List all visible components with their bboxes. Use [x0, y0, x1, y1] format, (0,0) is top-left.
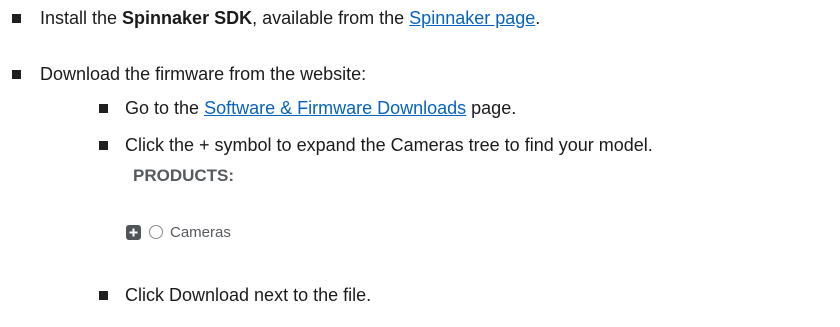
spinnaker-page-link[interactable]: Spinnaker page — [409, 8, 535, 28]
item-text: Click Download next to the file. — [125, 285, 372, 305]
bullet-marker — [12, 14, 21, 23]
item-text: Install the — [40, 8, 123, 28]
list-item-download-firmware: Download the firmware from the website: — [40, 63, 366, 85]
item-text: page. — [466, 98, 517, 118]
list-item-install-sdk: Install the Spinnaker SDK, available fro… — [40, 7, 540, 29]
bullet-marker — [99, 104, 108, 113]
bullet-marker — [99, 141, 108, 150]
cameras-tree-row: Cameras — [126, 223, 231, 241]
products-heading: PRODUCTS: — [133, 166, 235, 185]
plus-icon — [129, 228, 138, 236]
expand-plus-button[interactable] — [126, 224, 141, 240]
item-text: Go to the — [125, 98, 205, 118]
bullet-marker — [12, 70, 21, 79]
cameras-tree-label: Cameras — [170, 223, 231, 241]
sdk-name: Spinnaker SDK — [122, 8, 253, 28]
item-text: , available from the — [252, 8, 410, 28]
bullet-marker — [99, 291, 108, 300]
item-text: Click the + symbol to expand the Cameras… — [125, 135, 653, 155]
cameras-radio[interactable] — [149, 225, 163, 239]
item-text: Download the firmware from the website: — [40, 64, 367, 84]
item-text: . — [535, 8, 541, 28]
software-firmware-downloads-link[interactable]: Software & Firmware Downloads — [204, 98, 466, 118]
subitem-go-to-downloads: Go to the Software & Firmware Downloads … — [125, 97, 516, 119]
subitem-expand-tree: Click the + symbol to expand the Cameras… — [125, 134, 653, 156]
subitem-click-download: Click Download next to the file. — [125, 284, 371, 306]
